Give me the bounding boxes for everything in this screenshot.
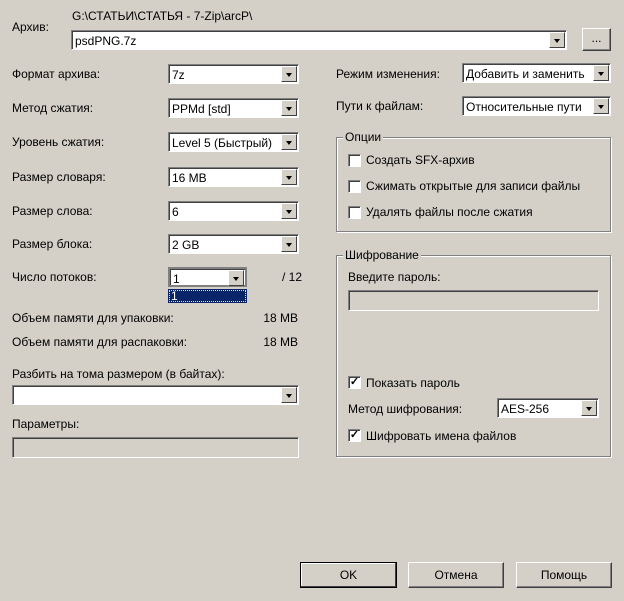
mem-unpack-label: Объем памяти для распаковки:: [12, 335, 188, 349]
update-combo[interactable]: Добавить и заменить: [462, 63, 611, 83]
archive-path: G:\СТАТЬИ\СТАТЬЯ - 7-Zip\arcP\: [72, 9, 253, 23]
update-label: Режим изменения:: [336, 67, 440, 81]
mem-unpack-value: 18 MB: [263, 335, 298, 349]
encryption-title: Шифрование: [343, 248, 421, 262]
password-label: Введите пароль:: [348, 270, 441, 284]
threads-combo[interactable]: 1: [168, 267, 247, 287]
encrypt-names-checkbox[interactable]: ✓: [348, 429, 361, 442]
paths-combo[interactable]: Относительные пути: [462, 96, 611, 116]
format-value: 7z: [172, 68, 185, 82]
encrypt-names-label[interactable]: Шифровать имена файлов: [366, 429, 516, 443]
chevron-down-icon[interactable]: [593, 98, 609, 114]
chevron-down-icon[interactable]: [581, 400, 597, 416]
delete-label[interactable]: Удалять файлы после сжатия: [366, 205, 533, 219]
word-value: 6: [172, 205, 179, 219]
show-password-checkbox[interactable]: ✓: [348, 376, 361, 389]
delete-checkbox[interactable]: [348, 206, 361, 219]
chevron-down-icon[interactable]: [281, 66, 297, 82]
method-label: Метод сжатия:: [12, 101, 94, 115]
level-value: Level 5 (Быстрый): [172, 136, 273, 150]
enc-method-combo[interactable]: AES-256: [497, 398, 599, 418]
chevron-down-icon[interactable]: [281, 134, 297, 150]
chevron-down-icon[interactable]: [593, 65, 609, 81]
ok-button[interactable]: OK: [300, 562, 397, 588]
threads-option-1[interactable]: 1: [168, 289, 247, 303]
block-value: 2 GB: [172, 238, 200, 252]
sfx-checkbox[interactable]: [348, 154, 361, 167]
level-label: Уровень сжатия:: [12, 135, 105, 149]
update-value: Добавить и заменить: [466, 67, 585, 81]
show-password-label[interactable]: Показать пароль: [366, 376, 460, 390]
mem-pack-label: Объем памяти для упаковки:: [12, 311, 174, 325]
shared-checkbox[interactable]: [348, 180, 361, 193]
block-combo[interactable]: 2 GB: [168, 234, 299, 254]
threads-value: 1: [173, 272, 180, 286]
archive-name[interactable]: psdPNG.7z: [75, 34, 136, 48]
split-label: Разбить на тома размером (в байтах):: [12, 367, 225, 381]
method-value: PPMd [std]: [172, 102, 231, 116]
chevron-down-icon[interactable]: [281, 169, 297, 185]
mem-pack-value: 18 MB: [263, 311, 298, 325]
split-combo[interactable]: [12, 385, 299, 405]
chevron-down-icon[interactable]: [549, 32, 565, 48]
enc-method-label: Метод шифрования:: [348, 402, 463, 416]
password-input[interactable]: [348, 290, 599, 311]
help-button[interactable]: Помощь: [516, 562, 612, 588]
chevron-down-icon[interactable]: [281, 387, 297, 403]
method-combo[interactable]: PPMd [std]: [168, 98, 299, 118]
dict-label: Размер словаря:: [12, 170, 106, 184]
cancel-button[interactable]: Отмена: [408, 562, 504, 588]
chevron-down-icon[interactable]: [281, 236, 297, 252]
encryption-group: Шифрование: [336, 248, 611, 457]
paths-label: Пути к файлам:: [336, 99, 424, 113]
chevron-down-icon[interactable]: [281, 203, 297, 219]
chevron-down-icon[interactable]: [281, 100, 297, 116]
enc-method-value: AES-256: [501, 402, 550, 416]
dict-value: 16 MB: [172, 171, 207, 185]
block-label: Размер блока:: [12, 237, 93, 251]
sfx-label[interactable]: Создать SFX-архив: [366, 153, 475, 167]
params-input[interactable]: [12, 437, 299, 458]
params-label: Параметры:: [12, 417, 80, 431]
threads-label: Число потоков:: [12, 270, 97, 284]
browse-button[interactable]: ...: [582, 28, 611, 51]
threads-max: / 12: [282, 270, 303, 284]
archive-name-combo[interactable]: psdPNG.7z: [71, 30, 567, 50]
format-label: Формат архива:: [12, 67, 101, 81]
word-combo[interactable]: 6: [168, 201, 299, 221]
options-title: Опции: [343, 130, 384, 144]
word-label: Размер слова:: [12, 204, 93, 218]
chevron-down-icon[interactable]: [228, 270, 244, 286]
archive-label: Архив:: [12, 20, 49, 34]
level-combo[interactable]: Level 5 (Быстрый): [168, 132, 299, 152]
shared-label[interactable]: Сжимать открытые для записи файлы: [366, 179, 580, 193]
paths-value: Относительные пути: [466, 100, 582, 114]
format-combo[interactable]: 7z: [168, 64, 299, 84]
dict-combo[interactable]: 16 MB: [168, 167, 299, 187]
